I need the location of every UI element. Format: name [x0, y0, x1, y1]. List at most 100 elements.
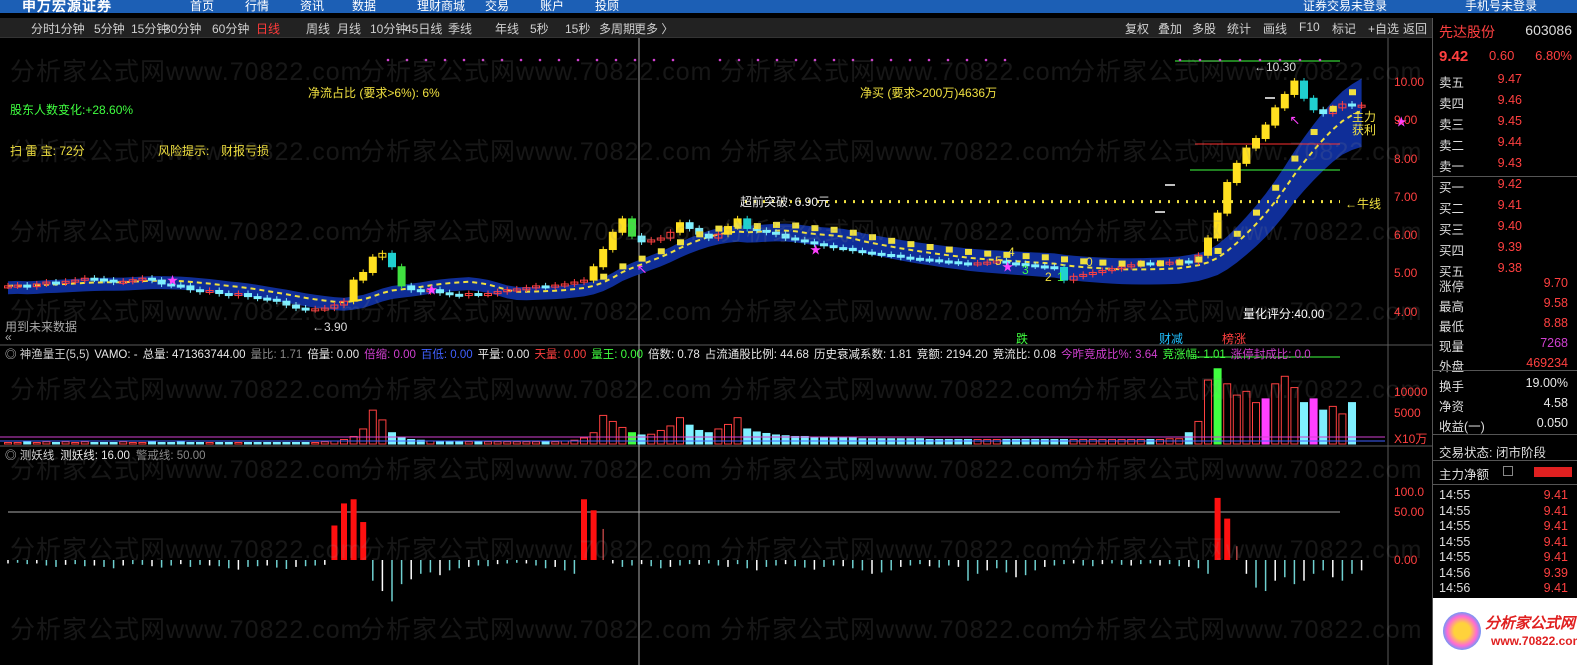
last-price: 9.42: [1439, 48, 1469, 65]
volume-axis-label: 5000: [1394, 406, 1421, 420]
volume-bar: [1040, 438, 1049, 445]
tick-time: 14:56: [1439, 565, 1471, 580]
stat-label: 现量: [1439, 340, 1465, 354]
price-axis-label: 5.00: [1394, 266, 1418, 281]
main-net-amount[interactable]: 主力净额: [1439, 464, 1572, 485]
candle-body: [23, 284, 32, 288]
label-future-data: 用到未来数据: [5, 320, 78, 334]
volume-bar: [272, 441, 281, 445]
volume-bar: [541, 441, 550, 445]
stat-value: 9.58: [1543, 296, 1568, 310]
volume-bar: [1184, 432, 1193, 445]
watermark-text: 分析家公式网www.70822.com: [10, 536, 363, 564]
price-change-pct: 6.80%: [1535, 48, 1572, 63]
volume-bar: [244, 441, 252, 445]
volume-bar: [167, 441, 176, 445]
volume-bar: [215, 441, 224, 445]
orderbook-level: 买二: [1439, 202, 1465, 216]
star-signal-icon: ★: [166, 272, 179, 288]
candle-body: [887, 253, 896, 257]
watermark-text: 分析家公式网www.70822.com: [720, 536, 1073, 564]
tick-row: 14:56 9.41: [1439, 581, 1572, 597]
bull-line-marker: [1099, 259, 1107, 266]
settings-icon[interactable]: [1503, 466, 1513, 476]
label-n1: 1: [1057, 270, 1064, 284]
watermark-text: 分析家公式网www.70822.com: [360, 218, 713, 246]
tick-price: 9.41: [1543, 519, 1568, 533]
candle-body: [1050, 266, 1059, 270]
volume-bar: [282, 441, 291, 445]
candle-body: [100, 278, 108, 282]
label-risk-label: 风险提示:: [158, 144, 210, 158]
tick-row: 14:55 9.41: [1439, 504, 1572, 520]
label-sig-fall: 跌: [1016, 332, 1029, 346]
volume-bar: [762, 432, 771, 445]
stat-value: 19.00%: [1525, 376, 1568, 390]
watermark-text: 分析家公式网www.70822.com: [360, 376, 713, 404]
bull-line-marker: [1118, 260, 1126, 267]
brand-flower-icon: [1443, 612, 1481, 650]
orderbook-price: 9.43: [1497, 156, 1522, 170]
volume-bar: [925, 438, 934, 445]
orderbook-row: 买一 9.42: [1439, 177, 1572, 198]
arrow-signal-icon: ↖: [1289, 112, 1300, 127]
candle-body: [896, 254, 905, 258]
volume-info-0: ◎ 神渔量王(5,5): [5, 349, 90, 361]
watermark-text: 分析家公式网www.70822.com: [720, 456, 1073, 484]
volume-info-17: 涨停封成比: 0.0: [1230, 349, 1311, 361]
stat-label: 外盘: [1439, 360, 1465, 374]
orderbook-row: 买四 9.39: [1439, 240, 1572, 261]
candle-body: [359, 271, 368, 281]
demon-axis-label: 0.00: [1394, 553, 1418, 567]
tick-row: 14:55 9.41: [1439, 488, 1572, 504]
orderbook-row: 买三 9.40: [1439, 219, 1572, 240]
candle-body: [541, 285, 550, 289]
orderbook-price: 9.44: [1497, 135, 1522, 149]
volume-info-14: 竞流比: 0.08: [992, 349, 1056, 361]
bull-line-marker: [657, 248, 665, 255]
candle-body: [1319, 109, 1328, 115]
orderbook-price: 9.42: [1497, 177, 1522, 191]
volume-bar: [224, 441, 233, 445]
orderbook-price: 9.38: [1497, 261, 1522, 275]
watermark-text: 分析家公式网www.70822.com: [720, 376, 1073, 404]
orderbook-price: 9.40: [1497, 219, 1522, 233]
price-axis-label: 4.00: [1394, 304, 1418, 319]
watermark-text: 分析家公式网www.70822.com: [360, 616, 713, 644]
watermark-text: 分析家公式网www.70822.com: [360, 456, 713, 484]
orderbook-divider: [1433, 176, 1577, 177]
label-breakout: 超前突破: 6.90元: [740, 195, 831, 209]
volume-bar: [935, 438, 944, 445]
label-high-mark: ←10.30: [1254, 60, 1297, 74]
volume-info-7: 平量: 0.00: [477, 349, 530, 361]
volume-bar: [637, 434, 646, 445]
volume-info-12: 历史衰减系数: 1.81: [813, 349, 912, 361]
tick-price: 9.41: [1543, 534, 1568, 549]
stat-label: 净资: [1439, 400, 1465, 414]
volume-info-1: VAMO: -: [94, 349, 138, 361]
volume-bar: [1060, 438, 1068, 445]
volume-bar: [52, 441, 60, 445]
bull-line-marker: [1061, 256, 1068, 263]
demon-info-0: ◎ 测妖线: [5, 450, 55, 462]
volume-bar: [944, 438, 953, 445]
volume-bar: [628, 432, 636, 445]
star-signal-icon: ★: [1001, 259, 1014, 275]
volume-bar: [100, 441, 108, 445]
watermark-text: 分析家公式网www.70822.com: [360, 138, 713, 166]
volume-bar: [1146, 438, 1155, 445]
stat-label: 涨停: [1439, 280, 1465, 294]
phone-login-link[interactable]: 手机号未登录: [1465, 0, 1537, 14]
stat-row: 最高 9.58: [1439, 296, 1572, 317]
price-axis-label: 9.00: [1394, 113, 1418, 128]
orderbook-level: 卖三: [1439, 118, 1465, 132]
label-netflow: 净流占比 (要求>6%): 6%: [308, 86, 440, 100]
volume-info-13: 竞额: 2194.20: [916, 349, 988, 361]
orderbook-price: 9.46: [1497, 93, 1522, 107]
volume-bar: [148, 441, 156, 445]
candle-body: [877, 252, 886, 256]
bull-line-marker: [1329, 105, 1337, 112]
quote-side-panel: 先达股份 603086 9.42 0.60 6.80% 卖五 9.47 卖四 9.46…: [1432, 18, 1577, 665]
stat-row: 外盘 469234: [1439, 356, 1572, 377]
tick-row: 14:55 9.41: [1439, 519, 1572, 535]
